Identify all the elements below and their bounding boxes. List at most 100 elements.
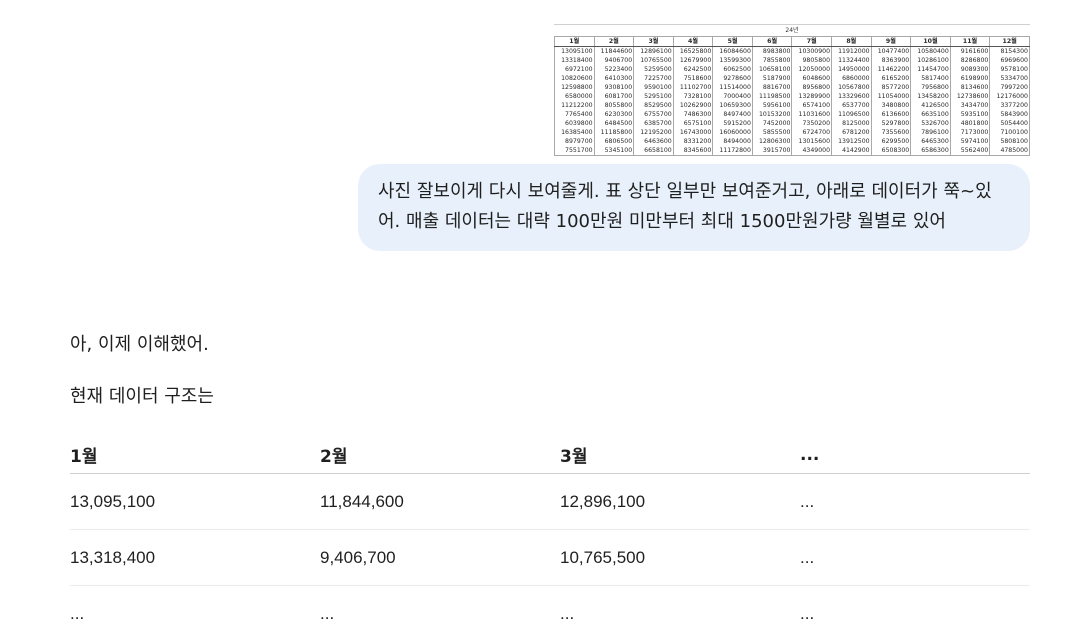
sheet-cell: 6575100	[672, 119, 714, 128]
sheet-cell: 8494000	[712, 137, 753, 146]
sheet-cell: 4785000	[989, 146, 1030, 156]
sheet-cell: 11031600	[791, 110, 833, 119]
sheet-cell: 5935100	[949, 110, 991, 119]
sheet-row: 7551700 5345100 6658100 8345600 11172800 3915…	[554, 146, 1030, 156]
sheet-cell: 6198900	[949, 74, 991, 83]
sheet-cell: 5915200	[712, 119, 753, 128]
sheet-cell: 13318400	[554, 56, 595, 65]
sheet-cell: 10286100	[910, 56, 951, 65]
sheet-cell: 10153200	[751, 110, 793, 119]
sheet-column-header: 12월	[989, 36, 1030, 47]
sheet-cell: 10659300	[712, 101, 753, 110]
sheet-column-header: 7월	[791, 36, 833, 47]
sheet-cell: 5259500	[633, 65, 674, 74]
sheet-cell: 7855800	[751, 56, 793, 65]
sheet-cell: 5562400	[949, 146, 991, 156]
sheet-cell: 6039800	[554, 119, 595, 128]
sheet-cell: 6586300	[910, 146, 951, 156]
table-cell: ...	[70, 603, 85, 623]
sheet-cell: 7486300	[672, 110, 714, 119]
table-cell: 10,765,500	[560, 529, 800, 586]
sheet-cell: 11054000	[870, 92, 912, 101]
sheet-cell: 6465300	[910, 137, 951, 146]
sheet-cell: 12679900	[672, 56, 714, 65]
sheet-column-header: 8월	[831, 36, 872, 47]
sheet-cell: 6537700	[831, 101, 872, 110]
user-message-text: 사진 잘보이게 다시 보여줄게. 표 상단 일부만 보여준거고, 아래로 데이터…	[378, 181, 992, 232]
sheet-table: 1월 2월 3월 4월 5월 6월 7월 8월 9월 10월 11월 12월 13095100 1184…	[554, 36, 1030, 156]
sheet-cell: 11102700	[672, 83, 714, 92]
sheet-cell: 8497400	[712, 110, 753, 119]
sheet-cell: 16385400	[554, 128, 595, 137]
sheet-cell: 13599300	[712, 56, 753, 65]
sheet-row: 11212200 8055800 8529500 10262900 10659300 59…	[554, 101, 1030, 110]
sheet-cell: 13015600	[791, 137, 833, 146]
table-header-row: 1월 2월 3월 ...	[70, 436, 1030, 474]
sheet-cell: 6463600	[633, 137, 674, 146]
sheet-cell: 10580400	[910, 46, 951, 56]
sheet-cell: 5054400	[989, 119, 1030, 128]
sheet-cell: 9089300	[949, 65, 991, 74]
sheet-cell: 9406700	[593, 56, 635, 65]
sheet-row: 6039800 6484500 6385700 6575100 5915200 74520…	[554, 119, 1030, 128]
sheet-cell: 12806300	[751, 137, 793, 146]
column-header: 2월	[320, 436, 560, 474]
table-cell: 13,095,100	[70, 473, 320, 530]
table-row: 13,318,400 9,406,700 10,765,500 ...	[70, 529, 1030, 586]
sheet-cell: 5974100	[949, 137, 991, 146]
sheet-column-header: 4월	[672, 36, 714, 47]
sheet-cell: 6062500	[712, 65, 753, 74]
sheet-cell: 3915700	[751, 146, 793, 156]
sheet-cell: 10567800	[831, 83, 872, 92]
sheet-cell: 8956800	[791, 83, 833, 92]
sheet-row: 10820600 6410300 7225700 7518600 9278600 5187…	[554, 74, 1030, 83]
table-cell: 11,844,600	[320, 473, 560, 530]
sheet-cell: 4126500	[910, 101, 951, 110]
sheet-cell: 5297800	[870, 119, 912, 128]
sheet-cell: 3377200	[989, 101, 1030, 110]
sheet-header-row: 1월 2월 3월 4월 5월 6월 7월 8월 9월 10월 11월 12월	[554, 36, 1030, 47]
sheet-cell: 11454700	[910, 65, 951, 74]
sheet-cell: 6048600	[791, 74, 833, 83]
attached-spreadsheet-image[interactable]: 24년 1월 2월 3월 4월 5월 6월 7월 8월 9월 10월 11월 12월 13095100…	[554, 24, 1030, 158]
sheet-cell: 4801800	[949, 119, 991, 128]
sheet-cell: 8331200	[672, 137, 714, 146]
sheet-cell: 7173000	[949, 128, 991, 137]
sheet-body: 13095100 11844600 12896100 16525800 16084600…	[554, 46, 1030, 156]
table-cell: 12,896,100	[560, 473, 800, 530]
sheet-cell: 11185800	[593, 128, 635, 137]
sheet-cell: 8286800	[949, 56, 991, 65]
sheet-cell: 8154300	[989, 46, 1030, 56]
sheet-cell: 6484500	[593, 119, 635, 128]
sheet-cell: 7100100	[989, 128, 1030, 137]
sheet-cell: 4142900	[831, 146, 872, 156]
sheet-cell: 7355600	[870, 128, 912, 137]
sheet-column-header: 9월	[870, 36, 912, 47]
sheet-cell: 10820600	[554, 74, 595, 83]
chat-page: 24년 1월 2월 3월 4월 5월 6월 7월 8월 9월 10월 11월 12월 13095100…	[0, 0, 1077, 642]
sheet-cell: 3480800	[870, 101, 912, 110]
sheet-column-header: 5월	[712, 36, 753, 47]
sheet-cell: 3434700	[949, 101, 991, 110]
sheet-cell: 11212200	[554, 101, 595, 110]
sheet-cell: 14950000	[831, 65, 872, 74]
sheet-cell: 5817400	[910, 74, 951, 83]
sheet-cell: 6658100	[633, 146, 674, 156]
sheet-cell: 6724700	[791, 128, 833, 137]
sheet-cell: 11198500	[751, 92, 793, 101]
sheet-cell: 6508300	[870, 146, 912, 156]
sheet-cell: 11324400	[831, 56, 872, 65]
sheet-cell: 11912000	[831, 46, 872, 56]
data-structure-table: 1월 2월 3월 ... 13,095,100 11,844,600 12,89…	[70, 436, 1030, 641]
sheet-row: 13318400 9406700 10765500 12679900 13599300 7…	[554, 56, 1030, 65]
table-cell: ...	[800, 473, 1030, 530]
sheet-cell: 16060000	[712, 128, 753, 137]
sheet-row: 12598800 9308100 9590100 11102700 11514000 88…	[554, 83, 1030, 92]
sheet-cell: 6860000	[831, 74, 872, 83]
sheet-cell: 9308100	[593, 83, 635, 92]
sheet-row: 6972100 5223400 5259500 6242500 6062500 10658…	[554, 65, 1030, 74]
sheet-cell: 8345600	[672, 146, 714, 156]
sheet-cell: 16084600	[712, 46, 753, 56]
sheet-cell: 12896100	[633, 46, 674, 56]
sheet-cell: 7225700	[633, 74, 674, 83]
